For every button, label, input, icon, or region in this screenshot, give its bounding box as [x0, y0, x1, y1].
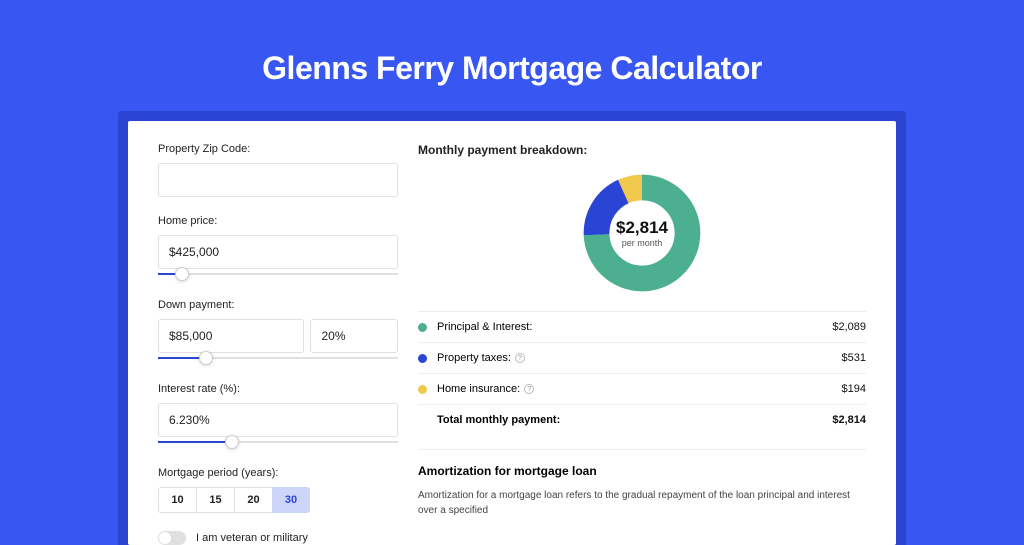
- period-options: 10152030: [158, 487, 398, 513]
- period-btn-10[interactable]: 10: [158, 487, 196, 513]
- legend-dot: [418, 385, 427, 394]
- zip-input[interactable]: [158, 163, 398, 197]
- zip-label: Property Zip Code:: [158, 143, 398, 155]
- veteran-toggle[interactable]: [158, 531, 186, 545]
- legend-label: Principal & Interest:: [437, 321, 832, 333]
- down-amount-input[interactable]: [158, 319, 304, 353]
- legend-value: $194: [842, 383, 866, 395]
- donut-sub: per month: [622, 238, 663, 248]
- veteran-row: I am veteran or military: [158, 531, 398, 545]
- rate-input[interactable]: [158, 403, 398, 437]
- down-label: Down payment:: [158, 299, 398, 311]
- legend: Principal & Interest:$2,089Property taxe…: [418, 311, 866, 435]
- period-btn-30[interactable]: 30: [272, 487, 310, 513]
- results-panel: Monthly payment breakdown: $2,814 per mo…: [418, 143, 866, 545]
- page-title: Glenns Ferry Mortgage Calculator: [0, 0, 1024, 111]
- info-icon[interactable]: ?: [515, 353, 525, 363]
- down-slider[interactable]: [158, 357, 398, 369]
- total-value: $2,814: [832, 414, 866, 426]
- rate-slider-thumb[interactable]: [225, 435, 239, 449]
- legend-dot: [418, 354, 427, 363]
- down-pct-input[interactable]: [310, 319, 398, 353]
- breakdown-title: Monthly payment breakdown:: [418, 143, 866, 157]
- home-price-slider-thumb[interactable]: [175, 267, 189, 281]
- rate-slider-fill: [158, 441, 232, 443]
- legend-label: Home insurance: ?: [437, 383, 842, 395]
- legend-total-row: Total monthly payment:$2,814: [418, 405, 866, 435]
- amortization-section: Amortization for mortgage loan Amortizat…: [418, 449, 866, 518]
- legend-label: Property taxes: ?: [437, 352, 842, 364]
- amortization-text: Amortization for a mortgage loan refers …: [418, 488, 866, 518]
- period-label: Mortgage period (years):: [158, 467, 398, 479]
- donut-chart: $2,814 per month: [582, 173, 702, 293]
- legend-row: Principal & Interest:$2,089: [418, 312, 866, 343]
- total-label: Total monthly payment:: [437, 414, 832, 426]
- donut-amount: $2,814: [616, 218, 668, 238]
- rate-slider[interactable]: [158, 441, 398, 453]
- period-btn-15[interactable]: 15: [196, 487, 234, 513]
- home-price-slider[interactable]: [158, 273, 398, 285]
- donut-center: $2,814 per month: [582, 173, 702, 293]
- form-panel: Property Zip Code: Home price: Down paym…: [158, 143, 398, 545]
- info-icon[interactable]: ?: [524, 384, 534, 394]
- calculator-card-frame: Property Zip Code: Home price: Down paym…: [118, 111, 906, 545]
- veteran-label: I am veteran or military: [196, 532, 308, 544]
- legend-row: Property taxes: ?$531: [418, 343, 866, 374]
- down-slider-thumb[interactable]: [199, 351, 213, 365]
- legend-value: $2,089: [832, 321, 866, 333]
- home-price-label: Home price:: [158, 215, 398, 227]
- legend-row: Home insurance: ?$194: [418, 374, 866, 405]
- calculator-card: Property Zip Code: Home price: Down paym…: [128, 121, 896, 545]
- toggle-knob: [159, 532, 171, 544]
- amortization-title: Amortization for mortgage loan: [418, 464, 866, 478]
- legend-dot: [418, 323, 427, 332]
- period-btn-20[interactable]: 20: [234, 487, 272, 513]
- legend-value: $531: [842, 352, 866, 364]
- rate-label: Interest rate (%):: [158, 383, 398, 395]
- donut-chart-wrap: $2,814 per month: [418, 167, 866, 311]
- home-price-input[interactable]: [158, 235, 398, 269]
